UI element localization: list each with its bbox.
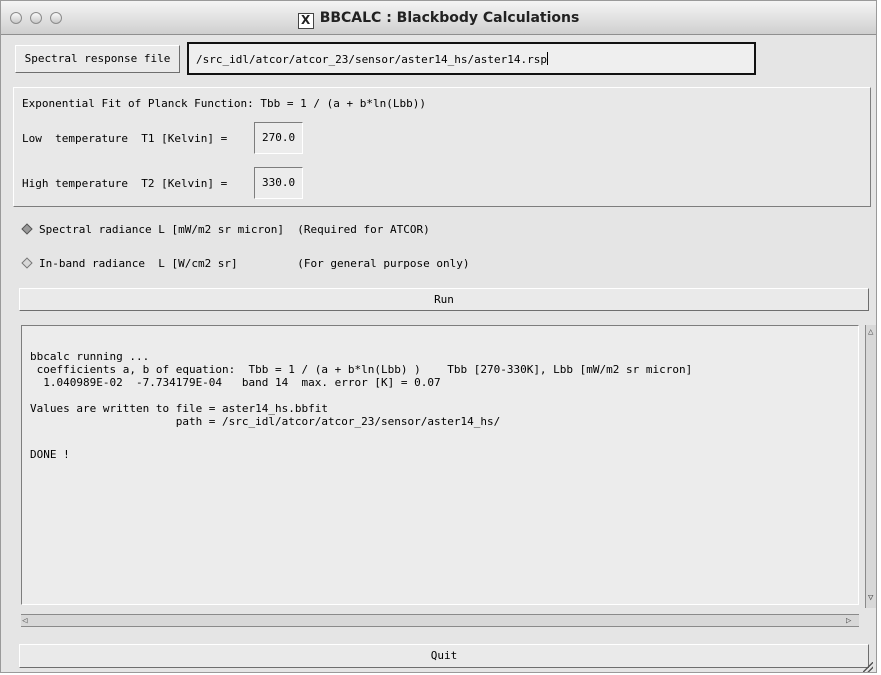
high-temperature-input[interactable]: 330.0 xyxy=(254,167,303,199)
scroll-down-arrow-icon[interactable]: ▽ xyxy=(868,593,873,603)
log-line: path = /src_idl/atcor/atcor_23/sensor/as… xyxy=(30,415,501,428)
log-line: DONE ! xyxy=(30,448,70,461)
radio-diamond-icon[interactable] xyxy=(21,257,33,269)
horizontal-scrollbar[interactable]: ◁ ▷ xyxy=(21,614,859,627)
spectral-response-file-button[interactable]: Spectral response file xyxy=(15,45,180,73)
spectral-file-path-text: /src_idl/atcor/atcor_23/sensor/aster14_h… xyxy=(196,53,547,66)
x11-icon: X xyxy=(297,13,314,29)
window-title-group: X BBCALC : Blackbody Calculations xyxy=(1,10,876,29)
radiance-option-inband[interactable]: In-band radiance L [W/cm2 sr] (For gener… xyxy=(21,256,521,272)
high-temperature-label: High temperature T2 [Kelvin] = xyxy=(22,177,228,190)
scroll-up-arrow-icon[interactable]: △ xyxy=(868,327,873,337)
run-button[interactable]: Run xyxy=(19,288,869,311)
radiance-option-spectral[interactable]: Spectral radiance L [mW/m2 sr micron] (R… xyxy=(21,222,521,238)
vertical-scrollbar[interactable]: △ ▽ xyxy=(865,325,876,608)
high-temperature-value: 330.0 xyxy=(262,176,296,189)
radiance-option-spectral-label: Spectral radiance L [mW/m2 sr micron] (R… xyxy=(39,223,430,236)
window-title: BBCALC : Blackbody Calculations xyxy=(319,10,580,26)
log-line: coefficients a, b of equation: Tbb = 1 /… xyxy=(30,363,693,376)
title-bar[interactable]: X BBCALC : Blackbody Calculations xyxy=(1,1,876,35)
scroll-left-arrow-icon[interactable]: ◁ xyxy=(22,616,27,626)
low-temperature-input[interactable]: 270.0 xyxy=(254,122,303,154)
bbcalc-window: X BBCALC : Blackbody Calculations Spectra… xyxy=(0,0,877,673)
log-line: 1.040989E-02 -7.734179E-04 band 14 max. … xyxy=(30,376,441,389)
low-temperature-label: Low temperature T1 [Kelvin] = xyxy=(22,132,228,145)
text-cursor xyxy=(547,52,548,65)
fit-heading: Exponential Fit of Planck Function: Tbb … xyxy=(22,97,426,110)
radiance-option-inband-label: In-band radiance L [W/cm2 sr] (For gener… xyxy=(39,257,470,270)
spectral-file-path-field[interactable]: /src_idl/atcor/atcor_23/sensor/aster14_h… xyxy=(187,42,756,75)
log-line: Values are written to file = aster14_hs.… xyxy=(30,402,329,415)
resize-grip-icon[interactable] xyxy=(863,662,873,672)
radio-diamond-icon[interactable] xyxy=(21,223,33,235)
scroll-right-arrow-icon[interactable]: ▷ xyxy=(846,616,851,626)
low-temperature-value: 270.0 xyxy=(262,131,296,144)
log-line: bbcalc running ... xyxy=(30,350,150,363)
fit-panel: Exponential Fit of Planck Function: Tbb … xyxy=(13,87,871,207)
log-output[interactable]: bbcalc running ... coefficients a, b of … xyxy=(21,325,859,605)
quit-button[interactable]: Quit xyxy=(19,644,869,668)
